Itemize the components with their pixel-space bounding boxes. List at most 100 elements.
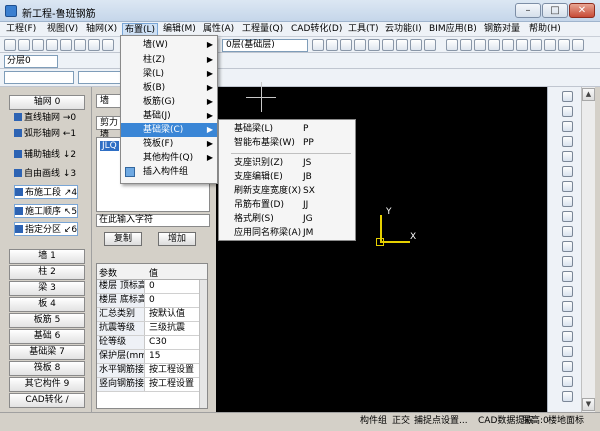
view-front-icon[interactable] [502, 39, 514, 51]
layer-icon[interactable] [530, 39, 542, 51]
folder-icon[interactable] [562, 286, 573, 297]
table-row[interactable]: 抗震等级 三级抗震 [97, 322, 207, 336]
category-slab-rebar[interactable]: 板筋 5 [9, 313, 85, 328]
category-foundation-beam[interactable]: 基础梁 7 [9, 345, 85, 360]
shield-icon[interactable] [562, 91, 573, 102]
axis-item-freehand[interactable]: 自由画线 ↓3 [14, 167, 76, 181]
layer-select[interactable]: 0层(基础层) [222, 39, 308, 52]
axis-item-sequence[interactable]: 施工顺序 ↖5 [14, 204, 79, 218]
table-row[interactable]: 楼层 顶标高 0 [97, 280, 207, 294]
layers-icon[interactable] [562, 211, 573, 222]
export-icon[interactable] [572, 39, 584, 51]
table-row[interactable]: 竖向钢筋接头按工程设置 [97, 378, 207, 392]
axis-item-auxiliary[interactable]: 辅助轴线 ↓2 [14, 148, 76, 162]
submenu-hanger-bar[interactable]: 吊筋布置(D) JJ [219, 198, 355, 212]
layout-menu-insert-group[interactable]: 插入构件组 [121, 165, 217, 179]
grid-icon[interactable] [516, 39, 528, 51]
add-button[interactable]: 增加 [158, 232, 196, 246]
submenu-support-identify[interactable]: 支座识别(Z) JS [219, 156, 355, 170]
brush-icon[interactable] [562, 361, 573, 372]
view-plan-icon[interactable] [460, 39, 472, 51]
close-button[interactable]: ✕ [569, 3, 595, 18]
redo-icon[interactable] [74, 39, 86, 51]
table-row[interactable]: 水平钢筋接头按工程设置 [97, 364, 207, 378]
vertical-scrollbar[interactable] [581, 87, 595, 412]
view-side-icon[interactable] [488, 39, 500, 51]
undo-icon[interactable] [60, 39, 72, 51]
menu-view[interactable]: 视图(V) [45, 23, 80, 36]
zoom-in-icon[interactable] [562, 106, 573, 117]
axis-item-section[interactable]: 布施工段 ↗4 [14, 185, 79, 199]
zoom-icon[interactable] [88, 39, 100, 51]
filter-combo-1[interactable] [4, 71, 74, 84]
table-row[interactable]: 砼等级 C30 [97, 336, 207, 350]
menu-project[interactable]: 工程(F) [4, 23, 38, 36]
color-icon[interactable] [544, 39, 556, 51]
layout-menu-column[interactable]: 柱(Z) ▶ [121, 53, 217, 67]
category-column[interactable]: 柱 2 [9, 265, 85, 280]
image-icon[interactable] [562, 166, 573, 177]
table-row[interactable]: 保护层(mm)15 [97, 350, 207, 364]
table-row[interactable]: 楼层 底标高 0 [97, 294, 207, 308]
table-icon[interactable] [562, 226, 573, 237]
zoom-out-icon[interactable] [562, 121, 573, 132]
maximize-button[interactable]: □ [542, 3, 568, 18]
menu-cloud[interactable]: 云功能(I) [383, 23, 424, 36]
axis-item-straight[interactable]: 直线轴网 →0 [14, 111, 76, 125]
save-icon[interactable] [32, 39, 44, 51]
submenu-refresh-width[interactable]: 刷新支座宽度(X) SX [219, 184, 355, 198]
menu-quantity[interactable]: 工程量(Q) [240, 23, 285, 36]
menu-cad[interactable]: CAD转化(D) [289, 23, 344, 36]
bars-icon[interactable] [562, 346, 573, 357]
minimize-button[interactable]: – [515, 3, 541, 18]
category-cad[interactable]: CAD转化 / [9, 393, 85, 408]
category-slab[interactable]: 板 4 [9, 297, 85, 312]
scroll-up-icon[interactable]: ▲ [582, 88, 595, 101]
layout-menu-other[interactable]: 其他构件(Q) ▶ [121, 151, 217, 165]
menu-bim[interactable]: BIM应用(B) [427, 23, 479, 36]
submenu-apply-same-name[interactable]: 应用同名称梁(A) JM [219, 226, 355, 240]
menu-help[interactable]: 帮助(H) [527, 23, 563, 36]
status-ortho[interactable]: 正交 [390, 415, 412, 428]
copy-button[interactable]: 复制 [104, 232, 142, 246]
category-beam[interactable]: 梁 3 [9, 281, 85, 296]
component-subtype-select[interactable]: 剪力墙 [96, 116, 122, 140]
category-foundation[interactable]: 基础 6 [9, 329, 85, 344]
layout-menu-foundation-beam[interactable]: 基础梁(C) ▶ [121, 123, 217, 137]
axis-item-arc[interactable]: 弧形轴网 ←1 [14, 127, 76, 141]
calc-icon[interactable] [312, 39, 324, 51]
submenu-format-brush[interactable]: 格式刷(S) JG [219, 212, 355, 226]
flag-icon[interactable] [562, 151, 573, 162]
category-wall[interactable]: 墙 1 [9, 249, 85, 264]
layout-menu-slab[interactable]: 板(B) ▶ [121, 81, 217, 95]
axis-item-zone[interactable]: 指定分区 ↙6 [14, 222, 79, 236]
submenu-smart-beam[interactable]: 智能布基梁(W) PP [219, 136, 355, 150]
binoculars-icon[interactable] [562, 196, 573, 207]
align-icon[interactable] [562, 331, 573, 342]
measure-icon[interactable] [562, 376, 573, 387]
pan-icon[interactable] [102, 39, 114, 51]
layout-menu-raft[interactable]: 筏板(F) ▶ [121, 137, 217, 151]
view-top-icon[interactable] [474, 39, 486, 51]
offset-icon[interactable] [424, 39, 436, 51]
submenu-support-edit[interactable]: 支座编辑(E) JB [219, 170, 355, 184]
status-component-group[interactable]: 构件组 [358, 415, 389, 428]
layout-menu-wall[interactable]: 墙(W) ▶ [121, 38, 217, 52]
alert-icon[interactable] [562, 241, 573, 252]
view-3d-icon[interactable] [446, 39, 458, 51]
check-icon[interactable] [382, 39, 394, 51]
pin-icon[interactable] [562, 256, 573, 267]
list-icon[interactable] [562, 316, 573, 327]
scroll-down-icon[interactable]: ▼ [582, 398, 595, 411]
category-raft[interactable]: 筏板 8 [9, 361, 85, 376]
status-snap-settings[interactable]: 捕捉点设置... [412, 415, 470, 428]
component-list-item[interactable]: JLQ [100, 141, 119, 151]
menu-tools[interactable]: 工具(T) [346, 23, 381, 36]
settings-icon[interactable] [326, 39, 338, 51]
lock-icon[interactable] [562, 271, 573, 282]
floor-select[interactable]: 分层0 [4, 55, 58, 68]
rotate-icon[interactable] [410, 39, 422, 51]
property-scrollbar[interactable] [199, 280, 207, 408]
layout-menu-slab-rebar[interactable]: 板筋(G) ▶ [121, 95, 217, 109]
menu-axis[interactable]: 轴网(X) [84, 23, 119, 36]
